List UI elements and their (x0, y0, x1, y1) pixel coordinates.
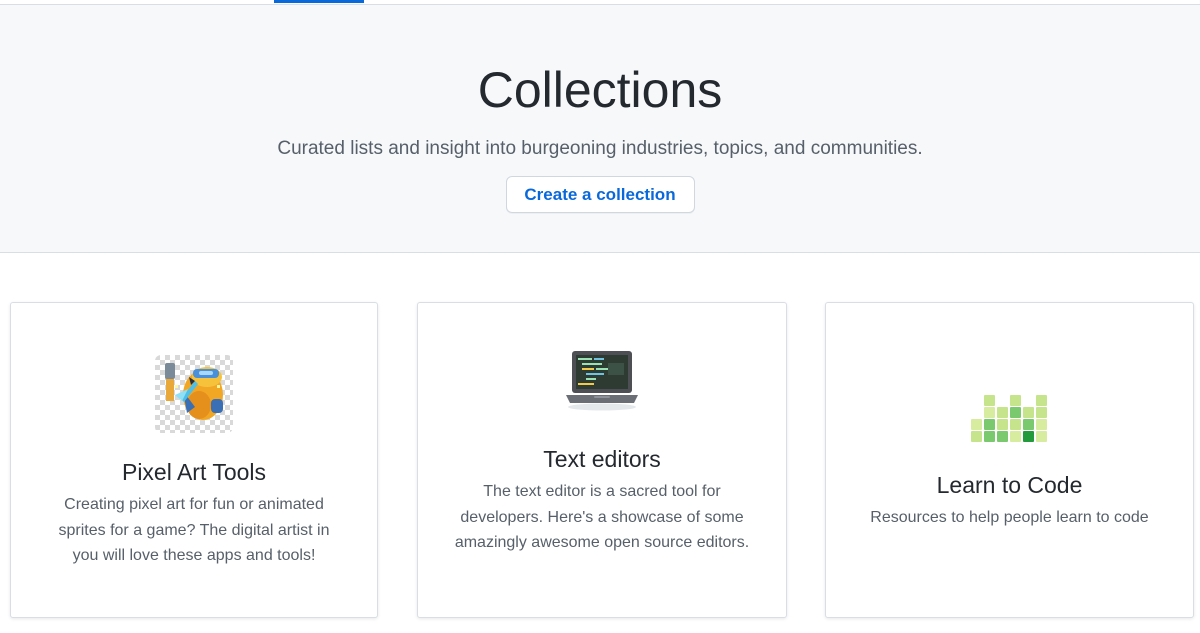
collection-title: Pixel Art Tools (121, 459, 267, 485)
contribution-graph-icon (970, 395, 1047, 442)
create-collection-button[interactable]: Create a collection (505, 176, 695, 213)
collection-description: Creating pixel art for fun or animated s… (58, 496, 330, 564)
collection-card-pixel-art-tools[interactable]: Pixel Art Tools Creating pixel art for f… (10, 302, 378, 618)
collection-title: Learn to Code (936, 472, 1083, 498)
page-subtitle: Curated lists and insight into burgeonin… (277, 138, 923, 159)
pixel-art-robot-icon (155, 355, 233, 433)
laptop-icon (566, 351, 638, 411)
collection-card-text-editors[interactable]: Text editors The text editor is a sacred… (417, 302, 787, 618)
collection-card-learn-to-code[interactable]: Learn to Code Resources to help people l… (825, 302, 1194, 618)
page-title: Collections (477, 62, 723, 118)
collection-title: Text editors (543, 446, 661, 472)
collection-description: The text editor is a sacred tool for dev… (454, 483, 750, 551)
collections-grid: Pixel Art Tools Creating pixel art for f… (0, 253, 1200, 633)
collection-description: Resources to help people learn to code (870, 509, 1149, 526)
collections-hero: Collections Curated lists and insight in… (0, 5, 1200, 253)
top-nav-strip (0, 0, 1200, 5)
active-tab-indicator (274, 0, 364, 3)
